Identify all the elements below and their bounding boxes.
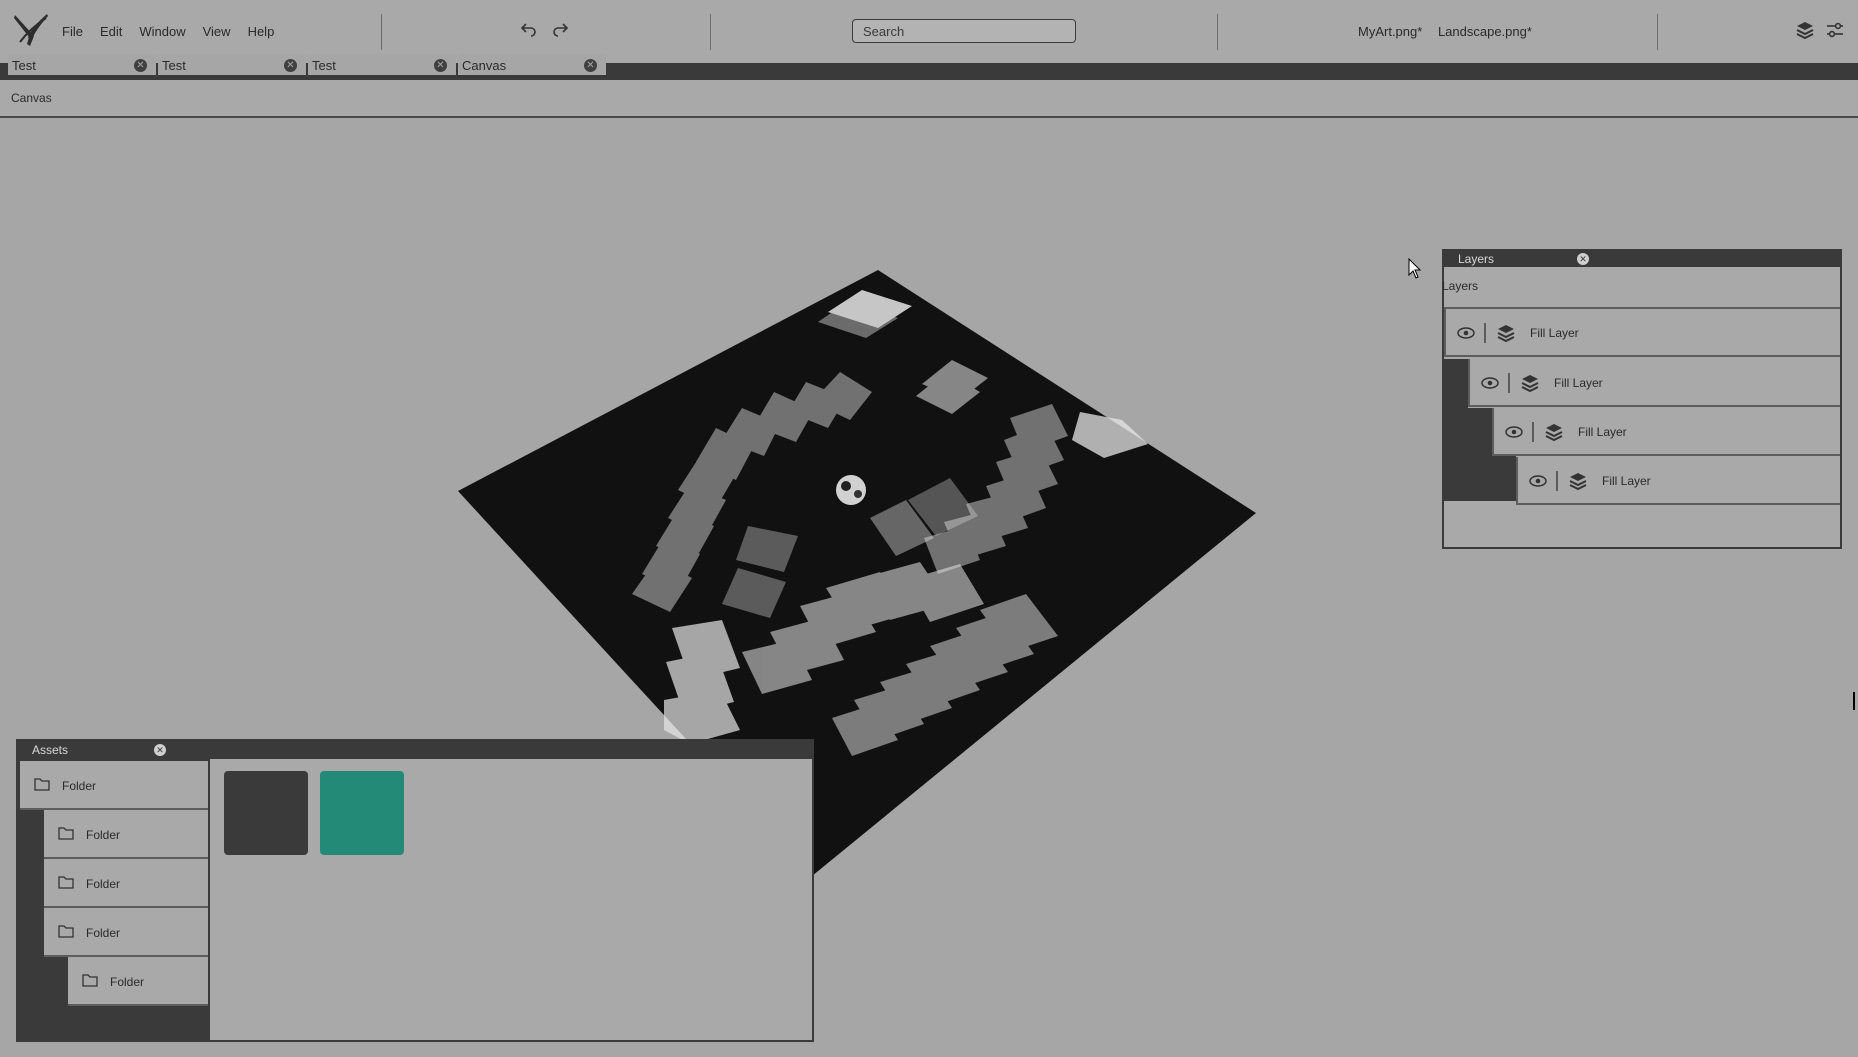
eye-icon[interactable] [1452,323,1486,343]
menu-view[interactable]: View [203,24,231,39]
folder-label: Folder [62,779,97,793]
layers-panel: Layers ✕ Layers Fill Layer Fill Layer Fi… [1442,249,1842,549]
layer-row[interactable]: Fill Layer [1492,408,1840,456]
close-icon[interactable]: ✕ [284,59,297,72]
eye-icon[interactable] [1500,422,1534,442]
close-icon[interactable]: ✕ [584,59,597,72]
indent-guide [1468,408,1492,455]
layers-panel-tab[interactable]: Layers ✕ [1452,251,1592,267]
close-icon[interactable]: ✕ [134,59,147,72]
menu-window[interactable]: Window [139,24,185,39]
divider [1657,14,1658,50]
open-file-myart[interactable]: MyArt.png* [1358,24,1422,39]
layer-row[interactable]: Fill Layer [1468,359,1840,407]
folder-icon [82,974,98,987]
resize-cursor-icon [1853,692,1855,710]
asset-swatch-dark[interactable] [224,771,308,855]
app-logo-icon[interactable] [12,12,50,50]
layer-stack-icon [1497,325,1515,343]
assets-panel: Assets ✕ Folder Folder Folder Folder Fol… [16,739,814,1042]
breadcrumb: Canvas [0,80,1858,118]
folder-icon [58,876,74,889]
folder-item[interactable]: Folder [20,761,208,810]
divider [1217,14,1218,50]
layers-stack-icon[interactable] [1795,20,1815,40]
folder-item[interactable]: Folder [68,957,208,1006]
layers-header: Layers [1442,267,1840,309]
asset-grid [212,759,812,1040]
folder-icon [58,925,74,938]
indent-guide [1444,455,1516,501]
indent-guide [1444,359,1468,455]
folder-item[interactable]: Folder [44,810,208,859]
search-input[interactable] [852,19,1076,43]
layer-label: Fill Layer [1578,425,1627,439]
layer-row[interactable]: Fill Layer [1516,457,1840,505]
close-icon[interactable]: ✕ [434,59,447,72]
open-file-landscape[interactable]: Landscape.png* [1438,24,1532,39]
divider [381,14,382,50]
folder-label: Folder [86,877,121,891]
layer-row[interactable]: Fill Layer [1444,309,1840,357]
folder-label: Folder [110,975,145,989]
settings-sliders-icon[interactable] [1825,20,1845,40]
redo-icon[interactable] [551,20,569,38]
assets-panel-tab[interactable]: Assets ✕ [26,741,170,759]
tab-test-2[interactable]: Test ✕ [158,54,306,75]
menu-file[interactable]: File [62,24,83,39]
layer-stack-icon [1545,424,1563,442]
folder-icon [34,778,50,791]
divider [710,14,711,50]
tab-test-3[interactable]: Test ✕ [308,54,456,75]
tab-label: Test [12,58,36,73]
folder-item[interactable]: Folder [44,859,208,908]
folder-icon [58,827,74,840]
menu-help[interactable]: Help [248,24,275,39]
close-icon[interactable]: ✕ [1577,253,1589,265]
layer-label: Fill Layer [1530,326,1579,340]
panel-title: Layers [1458,252,1495,266]
tab-canvas[interactable]: Canvas ✕ [458,54,606,75]
tab-label: Test [312,58,336,73]
layer-label: Fill Layer [1554,376,1603,390]
undo-icon[interactable] [520,20,538,38]
folder-label: Folder [86,828,121,842]
layer-stack-icon [1569,473,1587,491]
layer-label: Fill Layer [1602,474,1651,488]
panel-title: Assets [32,743,69,757]
mouse-cursor-icon [1408,258,1422,279]
eye-icon[interactable] [1476,373,1510,393]
folder-label: Folder [86,926,121,940]
close-icon[interactable]: ✕ [154,744,166,756]
tab-test-1[interactable]: Test ✕ [8,54,156,75]
breadcrumb-label: Canvas [11,91,52,105]
folder-item[interactable]: Folder [44,908,208,957]
menu-edit[interactable]: Edit [100,24,122,39]
eye-icon[interactable] [1524,471,1558,491]
layers-header-label: Layers [1442,279,1479,293]
open-files-list: MyArt.png* Landscape.png* [1358,24,1544,39]
layer-stack-icon [1521,375,1539,393]
asset-swatch-teal[interactable] [320,771,404,855]
tab-label: Canvas [462,58,507,73]
menu-bar: File Edit Window View Help [62,24,291,39]
tab-label: Test [162,58,186,73]
